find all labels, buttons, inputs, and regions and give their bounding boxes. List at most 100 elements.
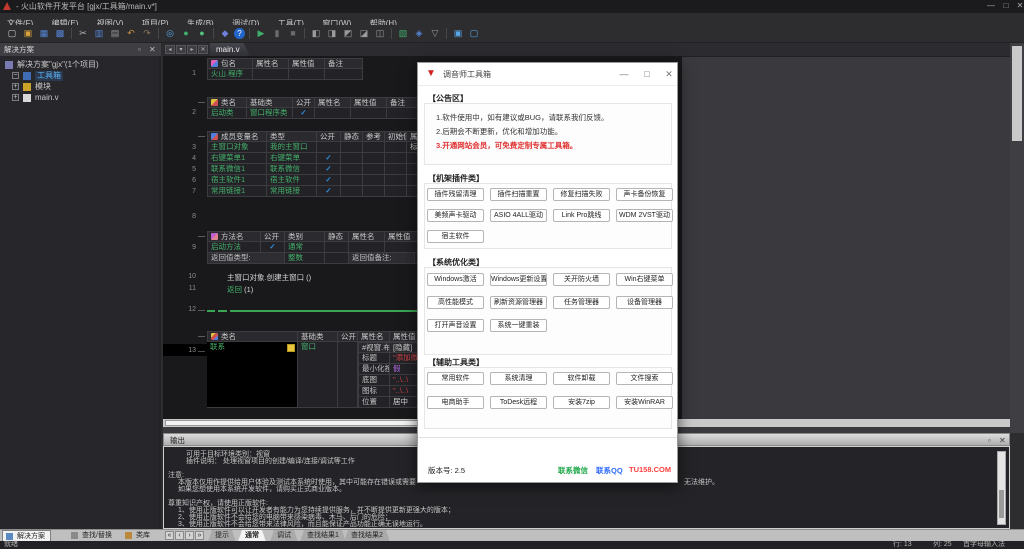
tab-find-replace[interactable]: 查找/替换 bbox=[68, 530, 117, 541]
method-category-cell[interactable]: 通常 bbox=[285, 242, 325, 253]
hscroll-thumb[interactable] bbox=[165, 420, 425, 426]
btn-ecommerce-assistant[interactable]: 电商助手 bbox=[427, 396, 484, 409]
member-row-cell[interactable] bbox=[385, 186, 407, 197]
member-row-cell[interactable]: 常用链接 bbox=[267, 186, 317, 197]
collapse-marker[interactable]: — bbox=[198, 98, 205, 107]
selected-class-cell[interactable]: 联系 bbox=[207, 342, 298, 408]
method-public-check[interactable]: ✓ bbox=[261, 242, 285, 253]
btn-system-clean[interactable]: 系统清理 bbox=[490, 372, 547, 385]
edit-icon[interactable] bbox=[287, 344, 295, 352]
batch-build-icon[interactable]: ◫ bbox=[373, 27, 387, 40]
expand-box-icon[interactable]: + bbox=[12, 94, 19, 101]
btn-task-manager[interactable]: 任务管理器 bbox=[553, 296, 610, 309]
member-row-cell[interactable]: ✓ bbox=[317, 153, 341, 164]
tab-prev-icon[interactable]: ◂ bbox=[165, 45, 175, 54]
output-tab-prev-icon[interactable]: ‹ bbox=[175, 531, 184, 540]
stop-build-icon[interactable]: ◩ bbox=[341, 27, 355, 40]
tab-next-icon[interactable]: ▸ bbox=[187, 45, 197, 54]
btn-windows-update[interactable]: Windows更新设置 bbox=[490, 273, 547, 286]
member-row-cell[interactable]: ✓ bbox=[317, 186, 341, 197]
vscroll-thumb[interactable] bbox=[1012, 46, 1022, 141]
class-name-cell[interactable]: 启动类 bbox=[207, 108, 247, 119]
btn-refresh-explorer[interactable]: 刷新资源管理器 bbox=[490, 296, 547, 309]
package-icon[interactable]: ◆ bbox=[218, 27, 232, 40]
code-line-create-window[interactable]: 主窗口对象.创建主窗口 () bbox=[227, 272, 311, 283]
btn-system-reinstall[interactable]: 系统一键重装 bbox=[490, 319, 547, 332]
collapse-marker[interactable]: — bbox=[198, 232, 205, 241]
btn-windows-activate[interactable]: Windows激活 bbox=[427, 273, 484, 286]
member-row-cell[interactable]: 主窗口对象 bbox=[207, 142, 267, 153]
new-file-icon[interactable]: ▢ bbox=[5, 27, 19, 40]
btn-install-7zip[interactable]: 安装7zip bbox=[553, 396, 610, 409]
save-all-icon[interactable]: ▩ bbox=[53, 27, 67, 40]
btn-software-uninstall[interactable]: 软件卸载 bbox=[553, 372, 610, 385]
member-row-cell[interactable] bbox=[363, 164, 385, 175]
expand-box-icon[interactable]: + bbox=[12, 83, 19, 90]
pin-icon[interactable]: ▫ bbox=[138, 43, 141, 56]
dialog-maximize-button[interactable]: □ bbox=[639, 67, 655, 81]
navigate-forward-icon[interactable]: ● bbox=[195, 27, 209, 40]
tab-solution[interactable]: 解决方案 bbox=[2, 530, 51, 541]
module-manager-icon[interactable]: ◈ bbox=[412, 27, 426, 40]
btn-todesk-remote[interactable]: ToDesk远程 bbox=[490, 396, 547, 409]
btn-host-software[interactable]: 宿主软件 bbox=[427, 230, 484, 243]
member-row-cell[interactable] bbox=[341, 175, 363, 186]
cut-icon[interactable]: ✂ bbox=[76, 27, 90, 40]
member-row-cell[interactable]: 宿主软件 bbox=[267, 175, 317, 186]
export-icon[interactable]: ▽ bbox=[428, 27, 442, 40]
return-type-value[interactable]: 整数 bbox=[285, 253, 325, 264]
cell[interactable] bbox=[315, 108, 351, 119]
member-row-cell[interactable] bbox=[317, 142, 341, 153]
member-row-cell[interactable] bbox=[363, 175, 385, 186]
public-check[interactable]: ✓ bbox=[293, 108, 315, 119]
cell[interactable] bbox=[338, 342, 358, 408]
collapse-marker[interactable]: — bbox=[198, 306, 205, 315]
copy-icon[interactable]: ▥ bbox=[92, 27, 106, 40]
method-name-cell[interactable]: 启动方法 bbox=[207, 242, 261, 253]
btn-linkpro-patch[interactable]: Link Pro跳线 bbox=[553, 209, 610, 222]
btn-file-search[interactable]: 文件搜索 bbox=[616, 372, 673, 385]
member-row-cell[interactable] bbox=[363, 186, 385, 197]
tab-class-library[interactable]: 类库 bbox=[122, 530, 155, 541]
package-name-cell[interactable]: 火山.程序 bbox=[207, 69, 253, 80]
member-row-cell[interactable]: 右键菜单 bbox=[267, 153, 317, 164]
member-row-cell[interactable]: 联系微信1 bbox=[207, 164, 267, 175]
prop-name[interactable]: 位置 bbox=[358, 397, 390, 408]
btn-open-sound-settings[interactable]: 打开声音设置 bbox=[427, 319, 484, 332]
stop-icon[interactable]: ■ bbox=[286, 27, 300, 40]
btn-win-context-menu[interactable]: Win右键菜单 bbox=[616, 273, 673, 286]
btn-firewall-toggle[interactable]: 关开防火墙 bbox=[553, 273, 610, 286]
cell[interactable] bbox=[387, 108, 419, 119]
rebuild-icon[interactable]: ◨ bbox=[325, 27, 339, 40]
window-minimize-button[interactable]: — bbox=[984, 0, 998, 12]
clean-icon[interactable]: ◪ bbox=[357, 27, 371, 40]
tab-mainv[interactable]: main.v bbox=[210, 43, 250, 56]
cell[interactable] bbox=[325, 69, 363, 80]
collapse-marker[interactable]: — bbox=[198, 347, 205, 356]
resource-view-icon[interactable]: ▧ bbox=[396, 27, 410, 40]
site-link[interactable]: TU158.COM bbox=[629, 465, 671, 474]
cell[interactable] bbox=[253, 69, 289, 80]
undo-icon[interactable]: ↶ bbox=[124, 27, 138, 40]
btn-device-manager[interactable]: 设备管理器 bbox=[616, 296, 673, 309]
dialog-minimize-button[interactable]: — bbox=[616, 67, 632, 81]
btn-asio4all-driver[interactable]: ASIO 4ALL驱动 bbox=[490, 209, 547, 222]
member-row-cell[interactable] bbox=[341, 153, 363, 164]
window-close-button[interactable]: ✕ bbox=[1013, 0, 1024, 12]
member-row-cell[interactable]: 宿主软件1 bbox=[207, 175, 267, 186]
cell[interactable] bbox=[351, 108, 387, 119]
open-folder-icon[interactable]: ▣ bbox=[21, 27, 35, 40]
output-tab-last-icon[interactable]: » bbox=[195, 531, 204, 540]
base-class-cell[interactable]: 窗口程序类 bbox=[247, 108, 293, 119]
close-icon[interactable]: ✕ bbox=[149, 43, 156, 56]
cell[interactable] bbox=[385, 242, 421, 253]
collapse-box-icon[interactable]: − bbox=[12, 72, 19, 79]
btn-meipin-soundcard-driver[interactable]: 美频声卡驱动 bbox=[427, 209, 484, 222]
code-line-return[interactable]: 返回 (1) bbox=[227, 284, 253, 295]
redo-icon[interactable]: ↷ bbox=[140, 27, 154, 40]
tab-list-icon[interactable]: ▾ bbox=[176, 45, 186, 54]
paste-icon[interactable]: ▤ bbox=[108, 27, 122, 40]
member-row-cell[interactable]: 我的主窗口 bbox=[267, 142, 317, 153]
member-row-cell[interactable] bbox=[363, 142, 385, 153]
prop-name[interactable]: 最小化按钮 bbox=[358, 364, 390, 375]
